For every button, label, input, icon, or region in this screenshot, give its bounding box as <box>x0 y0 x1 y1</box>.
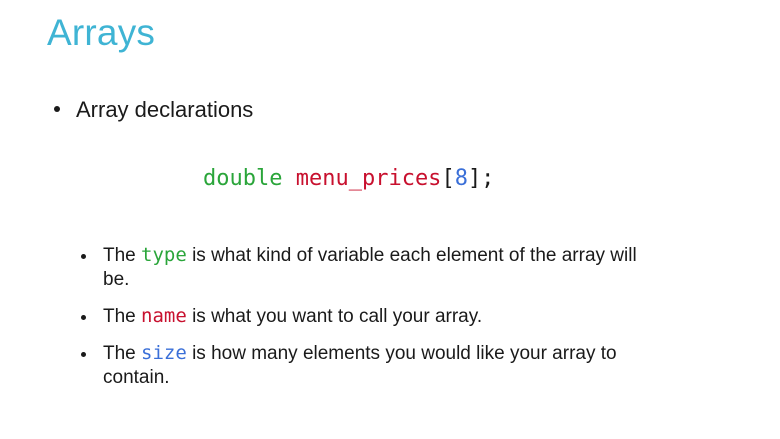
slide-title: Arrays <box>47 12 156 53</box>
bullet-icon <box>81 352 86 357</box>
item-keyword-size: size <box>141 342 187 364</box>
item-prefix: The <box>103 343 142 364</box>
code-size: 8 <box>454 166 468 191</box>
list-item: The size is how many elements you would … <box>78 341 638 390</box>
bullet-icon <box>81 315 86 320</box>
item-keyword-name: name <box>141 305 187 327</box>
main-bullet-text: Array declarations <box>76 97 254 122</box>
code-open-bracket: [ <box>441 166 455 191</box>
list-item: The name is what you want to call your a… <box>78 304 638 329</box>
explanation-list: The type is what kind of variable each e… <box>78 243 638 402</box>
item-suffix: is what you want to call your array. <box>186 306 483 327</box>
code-type: double <box>203 166 283 191</box>
code-example: double menu_prices[8]; <box>203 164 494 194</box>
item-prefix: The <box>103 306 142 327</box>
main-bullet: Array declarations <box>54 96 253 124</box>
code-close-bracket: ]; <box>467 166 495 191</box>
bullet-icon <box>54 106 60 113</box>
item-keyword-type: type <box>141 244 187 266</box>
bullet-icon <box>81 254 86 259</box>
code-name: menu_prices <box>295 166 442 191</box>
list-item: The type is what kind of variable each e… <box>78 243 638 292</box>
item-prefix: The <box>103 245 142 266</box>
